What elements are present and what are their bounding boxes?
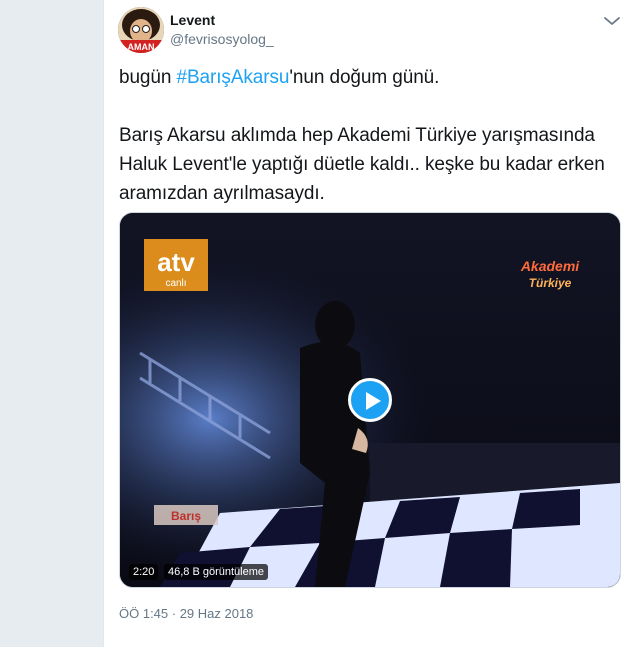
view-count: 46,8 B görüntüleme bbox=[164, 564, 269, 580]
author-handle[interactable]: @fevrisosyolog_ bbox=[170, 31, 274, 47]
channel-logo-sub: canlı bbox=[165, 278, 186, 289]
channel-logo: atv canlı bbox=[144, 239, 208, 291]
name-caption: Barış bbox=[154, 505, 218, 525]
tweet-body: Barış Akarsu aklımda hep Akademi Türkiye… bbox=[119, 125, 605, 204]
tweet-suffix: 'nun doğum günü. bbox=[289, 67, 440, 88]
video-player[interactable]: atv canlı Akademi Türkiye Barış 2:20 46,… bbox=[119, 212, 621, 588]
svg-text:AMAN: AMAN bbox=[128, 42, 155, 52]
tweet-timestamp[interactable]: ÖÖ 1:45 · 29 Haz 2018 bbox=[119, 606, 253, 621]
tweet-card: AMAN Levent @fevrisosyolog_ bugün #Barış… bbox=[103, 0, 640, 647]
show-logo-line-1: Akademi bbox=[520, 258, 580, 274]
avatar-image: AMAN bbox=[118, 7, 164, 53]
play-icon bbox=[366, 392, 381, 410]
chevron-down-icon[interactable] bbox=[603, 14, 621, 26]
play-button[interactable] bbox=[348, 378, 392, 422]
hashtag-link[interactable]: #BarışAkarsu bbox=[177, 67, 290, 88]
tweet-text: bugün #BarışAkarsu'nun doğum günü. Barış… bbox=[119, 63, 624, 208]
avatar[interactable]: AMAN bbox=[118, 7, 164, 53]
tweet-prefix: bugün bbox=[119, 67, 177, 88]
video-duration: 2:20 bbox=[129, 564, 159, 580]
tweet-line-1: bugün #BarışAkarsu'nun doğum günü. bbox=[119, 63, 624, 92]
author-name[interactable]: Levent bbox=[170, 12, 215, 28]
channel-logo-text: atv bbox=[157, 247, 195, 277]
name-caption-text: Barış bbox=[171, 509, 201, 523]
show-logo-line-2: Türkiye bbox=[529, 276, 572, 290]
